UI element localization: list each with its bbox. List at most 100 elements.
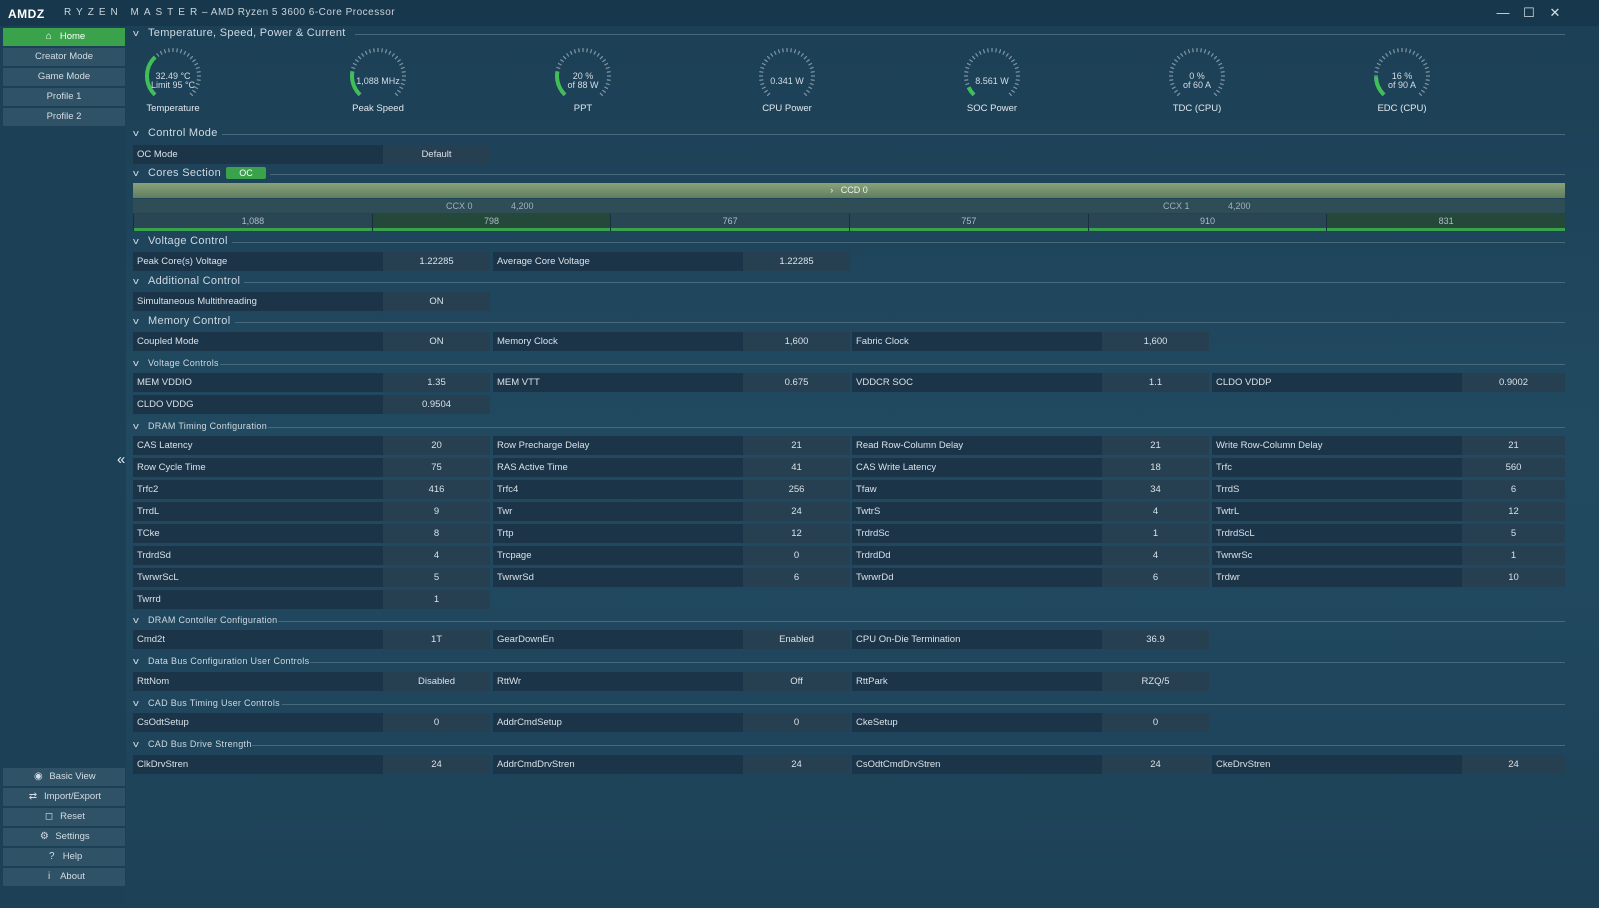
- gauge-dial: [759, 48, 815, 97]
- setting-field[interactable]: CLDO VDDG 0.9504: [133, 395, 490, 414]
- setting-field[interactable]: Row Cycle Time 75: [133, 458, 490, 477]
- gauge-tick: [793, 49, 797, 54]
- setting-field[interactable]: Twr 24: [493, 502, 850, 521]
- about-button[interactable]: i About: [3, 868, 125, 886]
- settings-button[interactable]: ⚙ Settings: [3, 828, 125, 846]
- gauge-tick: [168, 48, 170, 53]
- setting-field[interactable]: Write Row-Column Delay 21: [1212, 436, 1565, 455]
- setting-field[interactable]: Trfc 560: [1212, 458, 1565, 477]
- reset-button[interactable]: ◻ Reset: [3, 808, 125, 826]
- setting-field[interactable]: Read Row-Column Delay 21: [852, 436, 1209, 455]
- setting-field[interactable]: TrdrdScL 5: [1212, 524, 1565, 543]
- setting-field[interactable]: ClkDrvStren 24: [133, 755, 490, 774]
- help-button[interactable]: ? Help: [3, 848, 125, 866]
- ccd-bar[interactable]: › CCD 0: [133, 183, 1565, 198]
- setting-field[interactable]: Trfc2 416: [133, 480, 490, 499]
- gauge-tick: [766, 55, 771, 60]
- setting-field[interactable]: CAS Latency 20: [133, 436, 490, 455]
- setting-field[interactable]: Row Precharge Delay 21: [493, 436, 850, 455]
- setting-field[interactable]: AddrCmdSetup 0: [493, 713, 850, 732]
- core-tile[interactable]: 798: [371, 214, 611, 231]
- setting-field[interactable]: CAS Write Latency 18: [852, 458, 1209, 477]
- setting-field[interactable]: Cmd2t 1T: [133, 630, 490, 649]
- section-memory-control[interactable]: v Memory Control: [133, 315, 230, 327]
- setting-field[interactable]: TwtrL 12: [1212, 502, 1565, 521]
- setting-field[interactable]: TwrwrDd 6: [852, 568, 1209, 587]
- import-export-button[interactable]: ⇄ Import/Export: [3, 788, 125, 806]
- setting-field[interactable]: TwrwrScL 5: [133, 568, 490, 587]
- core-activity-bar: [372, 228, 611, 231]
- core-tile[interactable]: 910: [1087, 214, 1327, 231]
- setting-field[interactable]: Coupled Mode ON: [133, 332, 490, 351]
- sidebar-item-home[interactable]: ⌂ Home: [3, 28, 125, 46]
- setting-field[interactable]: CkeDrvStren 24: [1212, 755, 1565, 774]
- core-tile[interactable]: 757: [849, 214, 1088, 231]
- setting-field[interactable]: RAS Active Time 41: [493, 458, 850, 477]
- sidebar-item-creator-mode[interactable]: Creator Mode: [3, 48, 125, 66]
- section-cores[interactable]: v Cores Section: [133, 167, 221, 179]
- section-cad-drive[interactable]: v CAD Bus Drive Strength: [133, 739, 252, 749]
- core-tile[interactable]: 1,088: [133, 214, 372, 231]
- maximize-icon[interactable]: ☐: [1519, 4, 1539, 22]
- collapse-sidebar-icon[interactable]: «: [117, 451, 125, 468]
- setting-field[interactable]: TwrwrSc 1: [1212, 546, 1565, 565]
- setting-field[interactable]: RttPark RZQ/5: [852, 672, 1209, 691]
- setting-field[interactable]: CsOdtSetup 0: [133, 713, 490, 732]
- gauge-tick: [183, 50, 187, 55]
- setting-field[interactable]: Tfaw 34: [852, 480, 1209, 499]
- close-icon[interactable]: ✕: [1545, 4, 1565, 22]
- sidebar-item-profile-1[interactable]: Profile 1: [3, 88, 125, 106]
- section-control-mode[interactable]: v Control Mode: [133, 127, 218, 139]
- setting-field[interactable]: MEM VDDIO 1.35: [133, 373, 490, 392]
- chevron-down-icon: v: [133, 698, 140, 708]
- minimize-icon[interactable]: —: [1493, 4, 1513, 22]
- core-tile[interactable]: 767: [610, 214, 849, 231]
- setting-field[interactable]: RttNom Disabled: [133, 672, 490, 691]
- setting-field[interactable]: Trtp 12: [493, 524, 850, 543]
- setting-field[interactable]: Trfc4 256: [493, 480, 850, 499]
- gauge-tick: [1203, 49, 1207, 54]
- gauge-tick: [777, 49, 781, 54]
- sidebar-item-profile-2[interactable]: Profile 2: [3, 108, 125, 126]
- setting-field[interactable]: RttWr Off: [493, 672, 850, 691]
- section-data-bus[interactable]: v Data Bus Configuration User Controls: [133, 656, 309, 666]
- setting-field[interactable]: MEM VTT 0.675: [493, 373, 850, 392]
- gauge-tick: [186, 52, 190, 57]
- setting-field[interactable]: TrrdL 9: [133, 502, 490, 521]
- setting-field[interactable]: TwrwrSd 6: [493, 568, 850, 587]
- setting-field[interactable]: TrdrdDd 4: [852, 546, 1209, 565]
- setting-field[interactable]: Trdwr 10: [1212, 568, 1565, 587]
- setting-field[interactable]: CPU On-Die Termination 36.9: [852, 630, 1209, 649]
- setting-field[interactable]: CLDO VDDP 0.9002: [1212, 373, 1565, 392]
- gauge-tick: [1216, 59, 1221, 63]
- setting-field[interactable]: Memory Clock 1,600: [493, 332, 850, 351]
- home-icon: ⌂: [45, 31, 52, 42]
- setting-field[interactable]: Simultaneous Multithreading ON: [133, 292, 490, 311]
- setting-field[interactable]: TCke 8: [133, 524, 490, 543]
- section-voltage-control[interactable]: v Voltage Control: [133, 235, 228, 247]
- setting-field[interactable]: CkeSetup 0: [852, 713, 1209, 732]
- section-cad-timing[interactable]: v CAD Bus Timing User Controls: [133, 698, 280, 708]
- setting-field[interactable]: TrdrdSd 4: [133, 546, 490, 565]
- setting-field[interactable]: CsOdtCmdDrvStren 24: [852, 755, 1209, 774]
- section-dram-timing[interactable]: v DRAM Timing Configuration: [133, 421, 267, 431]
- setting-field[interactable]: AddrCmdDrvStren 24: [493, 755, 850, 774]
- section-dram-controller[interactable]: v DRAM Contoller Configuration: [133, 615, 277, 625]
- core-tile[interactable]: 831: [1326, 214, 1565, 231]
- setting-field[interactable]: Trcpage 0: [493, 546, 850, 565]
- setting-field[interactable]: TrdrdSc 1: [852, 524, 1209, 543]
- setting-field[interactable]: Fabric Clock 1,600: [852, 332, 1209, 351]
- basic-view-button[interactable]: ◉ Basic View: [3, 768, 125, 786]
- setting-field[interactable]: VDDCR SOC 1.1: [852, 373, 1209, 392]
- setting-field[interactable]: TwtrS 4: [852, 502, 1209, 521]
- setting-field[interactable]: Average Core Voltage 1.22285: [493, 252, 850, 271]
- setting-field[interactable]: Peak Core(s) Voltage 1.22285: [133, 252, 490, 271]
- setting-field[interactable]: GearDownEn Enabled: [493, 630, 850, 649]
- setting-field[interactable]: TrrdS 6: [1212, 480, 1565, 499]
- section-temperature[interactable]: v Temperature, Speed, Power & Current: [133, 27, 346, 39]
- section-additional-control[interactable]: v Additional Control: [133, 275, 240, 287]
- section-voltage-controls[interactable]: v Voltage Controls: [133, 358, 219, 368]
- sidebar-item-game-mode[interactable]: Game Mode: [3, 68, 125, 86]
- oc-mode-field[interactable]: OC Mode Default: [133, 145, 490, 164]
- setting-field[interactable]: Twrrd 1: [133, 590, 490, 609]
